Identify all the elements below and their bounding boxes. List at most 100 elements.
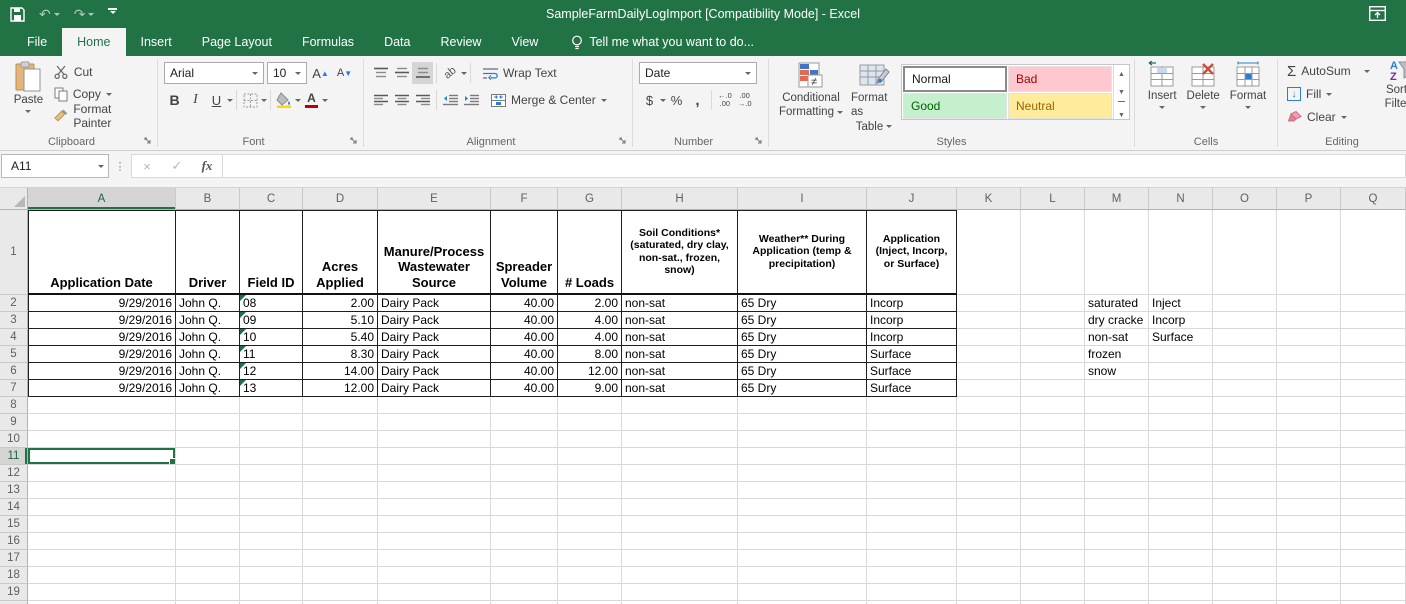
cell-A2[interactable]: 9/29/2016: [28, 295, 176, 312]
tab-data[interactable]: Data: [369, 28, 425, 56]
column-header-H[interactable]: H: [622, 188, 738, 210]
cell-D3[interactable]: 5.10: [303, 312, 378, 329]
cell-G10[interactable]: [558, 431, 622, 448]
cell-F8[interactable]: [491, 397, 558, 414]
cell-Q5[interactable]: [1341, 346, 1406, 363]
cell-F17[interactable]: [491, 550, 558, 567]
orientation-button[interactable]: ab: [440, 62, 461, 84]
increase-decimal-button[interactable]: ←.0.00: [715, 90, 735, 111]
cell-I12[interactable]: [738, 465, 867, 482]
row-header-8[interactable]: 8: [0, 397, 28, 414]
middle-align-button[interactable]: [391, 62, 412, 84]
cell-C3[interactable]: 09: [240, 312, 303, 329]
cell-I6[interactable]: 65 Dry: [738, 363, 867, 380]
wrap-text-button[interactable]: Wrap Text: [480, 62, 560, 84]
cell-J14[interactable]: [867, 499, 957, 516]
cell-A11[interactable]: [28, 448, 176, 465]
cell-D8[interactable]: [303, 397, 378, 414]
cell-O3[interactable]: [1213, 312, 1277, 329]
cell-K9[interactable]: [957, 414, 1021, 431]
cell-Q9[interactable]: [1341, 414, 1406, 431]
column-header-O[interactable]: O: [1213, 188, 1277, 210]
row-header-14[interactable]: 14: [0, 499, 28, 516]
cell-B19[interactable]: [176, 584, 240, 601]
cell-P9[interactable]: [1277, 414, 1341, 431]
cell-M10[interactable]: [1085, 431, 1149, 448]
cell-K12[interactable]: [957, 465, 1021, 482]
cut-button[interactable]: Cut: [51, 61, 153, 83]
cell-M19[interactable]: [1085, 584, 1149, 601]
cell-F18[interactable]: [491, 567, 558, 584]
cell-C14[interactable]: [240, 499, 303, 516]
tab-home[interactable]: Home: [62, 28, 125, 56]
tell-me-box[interactable]: Tell me what you want to do...: [571, 28, 754, 56]
cell-A10[interactable]: [28, 431, 176, 448]
cell-F5[interactable]: 40.00: [491, 346, 558, 363]
cell-G1[interactable]: # Loads: [558, 210, 622, 295]
row-header-10[interactable]: 10: [0, 431, 28, 448]
column-header-A[interactable]: A: [28, 188, 176, 210]
cell-O12[interactable]: [1213, 465, 1277, 482]
cell-E1[interactable]: Manure/Process Wastewater Source: [378, 210, 491, 295]
cell-G5[interactable]: 8.00: [558, 346, 622, 363]
style-bad[interactable]: Bad: [1008, 66, 1112, 92]
column-header-C[interactable]: C: [240, 188, 303, 210]
cell-L12[interactable]: [1021, 465, 1085, 482]
style-good[interactable]: Good: [903, 93, 1007, 119]
cell-E7[interactable]: Dairy Pack: [378, 380, 491, 397]
row-header-1[interactable]: 1: [0, 210, 28, 295]
percent-button[interactable]: %: [666, 89, 687, 111]
cell-F3[interactable]: 40.00: [491, 312, 558, 329]
cell-Q19[interactable]: [1341, 584, 1406, 601]
undo-button[interactable]: ↶: [39, 7, 60, 21]
bold-button[interactable]: B: [164, 89, 185, 111]
cell-M4[interactable]: non-sat: [1085, 329, 1149, 346]
cell-J18[interactable]: [867, 567, 957, 584]
increase-font-button[interactable]: A▲: [310, 62, 331, 84]
cell-F1[interactable]: Spreader Volume: [491, 210, 558, 295]
cell-J13[interactable]: [867, 482, 957, 499]
cell-K5[interactable]: [957, 346, 1021, 363]
insert-function-button[interactable]: fx: [192, 158, 222, 174]
cell-A9[interactable]: [28, 414, 176, 431]
cell-L11[interactable]: [1021, 448, 1085, 465]
cell-D1[interactable]: Acres Applied: [303, 210, 378, 295]
cell-Q6[interactable]: [1341, 363, 1406, 380]
underline-button[interactable]: U: [206, 89, 227, 111]
cell-L2[interactable]: [1021, 295, 1085, 312]
cell-O16[interactable]: [1213, 533, 1277, 550]
cell-Q16[interactable]: [1341, 533, 1406, 550]
cell-B6[interactable]: John Q.: [176, 363, 240, 380]
cell-K2[interactable]: [957, 295, 1021, 312]
cell-J2[interactable]: Incorp: [867, 295, 957, 312]
cell-F11[interactable]: [491, 448, 558, 465]
cell-N15[interactable]: [1149, 516, 1213, 533]
cell-F7[interactable]: 40.00: [491, 380, 558, 397]
column-header-N[interactable]: N: [1149, 188, 1213, 210]
cell-E8[interactable]: [378, 397, 491, 414]
cell-O10[interactable]: [1213, 431, 1277, 448]
row-header-12[interactable]: 12: [0, 465, 28, 482]
cell-M11[interactable]: [1085, 448, 1149, 465]
bottom-align-button[interactable]: [412, 62, 433, 84]
cell-J15[interactable]: [867, 516, 957, 533]
gallery-scroll-up-button[interactable]: ▲: [1114, 65, 1129, 83]
column-header-Q[interactable]: Q: [1341, 188, 1406, 210]
cell-C10[interactable]: [240, 431, 303, 448]
comma-button[interactable]: ,: [687, 89, 708, 111]
cell-E17[interactable]: [378, 550, 491, 567]
cell-H14[interactable]: [622, 499, 738, 516]
cell-L19[interactable]: [1021, 584, 1085, 601]
cell-A14[interactable]: [28, 499, 176, 516]
column-header-M[interactable]: M: [1085, 188, 1149, 210]
font-dialog-launcher[interactable]: [350, 137, 360, 147]
cell-E9[interactable]: [378, 414, 491, 431]
cell-A3[interactable]: 9/29/2016: [28, 312, 176, 329]
cell-D13[interactable]: [303, 482, 378, 499]
row-header-6[interactable]: 6: [0, 363, 28, 380]
cell-O9[interactable]: [1213, 414, 1277, 431]
alignment-dialog-launcher[interactable]: [619, 137, 629, 147]
cell-E12[interactable]: [378, 465, 491, 482]
cell-M16[interactable]: [1085, 533, 1149, 550]
row-header-7[interactable]: 7: [0, 380, 28, 397]
